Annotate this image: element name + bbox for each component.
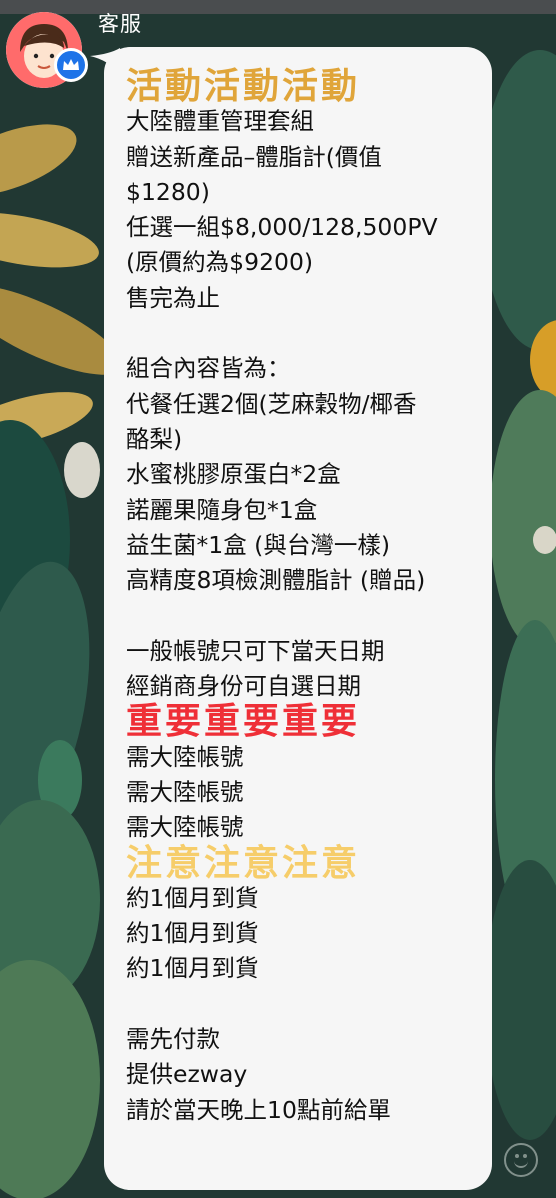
message-line: $1280) <box>126 177 210 206</box>
message-line: 任選一組$8,000/128,500PV <box>126 213 438 242</box>
message-line: 經銷商身份可自選日期 <box>126 672 361 701</box>
message-line: (原價約為$9200) <box>126 248 314 277</box>
message-line: 需大陸帳號 <box>126 742 244 771</box>
sender-name: 客服 <box>98 12 142 36</box>
message-line: 活動活動活動 <box>126 65 361 107</box>
message-line: 諾麗果隨身包*1盒 <box>126 495 318 524</box>
message-line: 一般帳號只可下當天日期 <box>126 636 385 665</box>
message-line: 組合內容皆為： <box>126 354 291 383</box>
crown-icon <box>63 59 79 70</box>
message-line: 水蜜桃膠原蛋白*2盒 <box>126 460 341 489</box>
message-line: 需先付款 <box>126 1025 220 1054</box>
message-bubble[interactable]: 活動活動活動 大陸體重管理套組贈送新產品–體脂計(價值 $1280) 任選一組$8,0… <box>104 47 492 1190</box>
message-line: 注意注意注意 <box>126 841 361 884</box>
message-line: 需大陸帳號 <box>126 777 244 806</box>
status-bar <box>0 0 556 14</box>
message-line: 售完為止 <box>126 283 220 312</box>
crown-badge <box>54 48 88 82</box>
message-line: 約1個月到貨 <box>126 919 259 948</box>
message-line: 約1個月到貨 <box>126 954 259 983</box>
message-line: 重要重要重要 <box>126 700 361 743</box>
message-line: 高精度8項檢測體脂計 (贈品) <box>126 566 426 595</box>
message-text: 活動活動活動 大陸體重管理套組贈送新產品–體脂計(價值 $1280) 任選一組$8,0… <box>126 65 476 1128</box>
message-line: 提供ezway <box>126 1060 248 1089</box>
message-line: 請於當天晚上10點前給單 <box>126 1095 391 1124</box>
smiley-icon[interactable] <box>504 1143 538 1177</box>
message-line: 大陸體重管理套組 <box>126 107 314 136</box>
message-line: 益生菌*1盒 (與台灣一樣) <box>126 530 391 559</box>
message-line: 約1個月到貨 <box>126 883 259 912</box>
message-line: 代餐任選2個(芝麻穀物/椰香 <box>126 389 417 418</box>
message-line: 酪梨) <box>126 424 183 453</box>
message-line: 需大陸帳號 <box>126 813 244 842</box>
message-line: 贈送新產品–體脂計(價值 <box>126 142 382 171</box>
